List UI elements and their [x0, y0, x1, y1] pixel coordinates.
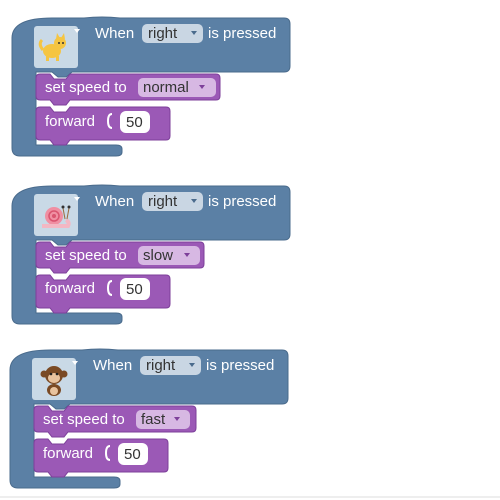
forward-label: forward — [45, 280, 95, 297]
block-workspace: When right is pressed set speed to norma… — [0, 0, 500, 500]
set-speed-block[interactable]: set speed to normal — [35, 73, 221, 106]
speed-dropdown[interactable]: fast — [136, 410, 190, 429]
key-dropdown-value: right — [148, 25, 178, 42]
key-dropdown[interactable]: right — [142, 192, 203, 211]
speed-dropdown[interactable]: normal — [138, 78, 216, 97]
forward-value-text: 50 — [126, 281, 143, 298]
forward-block[interactable]: forward 50 — [35, 106, 171, 146]
forward-value-input[interactable]: 50 — [120, 111, 150, 133]
speed-dropdown-value: slow — [143, 247, 173, 264]
speed-dropdown[interactable]: slow — [138, 246, 200, 265]
key-dropdown[interactable]: right — [140, 356, 201, 375]
speed-dropdown-value: normal — [143, 79, 189, 96]
key-dropdown-value: right — [148, 193, 178, 210]
event-block-group-1[interactable]: When right is pressed set speed to norma… — [11, 16, 291, 157]
event-prefix-label: When — [95, 193, 134, 210]
event-suffix-label: is pressed — [208, 193, 276, 210]
key-dropdown-value: right — [146, 357, 176, 374]
set-speed-block[interactable]: set speed to slow — [35, 241, 205, 274]
set-speed-label: set speed to — [43, 411, 125, 428]
key-dropdown[interactable]: right — [142, 24, 203, 43]
speed-dropdown-value: fast — [141, 411, 166, 428]
forward-label: forward — [43, 445, 93, 462]
event-block-group-2[interactable]: When right is pressed set speed to slow … — [11, 184, 291, 325]
event-suffix-label: is pressed — [206, 357, 274, 374]
forward-block[interactable]: forward 50 — [33, 438, 169, 478]
forward-value-input[interactable]: 50 — [118, 443, 148, 465]
set-speed-label: set speed to — [45, 79, 127, 96]
forward-value-text: 50 — [126, 114, 143, 131]
set-speed-block[interactable]: set speed to fast — [33, 405, 197, 438]
event-block-group-3[interactable]: When right is pressed set speed to fast … — [9, 348, 289, 489]
forward-block[interactable]: forward 50 — [35, 274, 171, 314]
event-prefix-label: When — [93, 357, 132, 374]
forward-value-input[interactable]: 50 — [120, 278, 150, 300]
event-prefix-label: When — [95, 25, 134, 42]
block-canvas: When right is pressed set speed to norma… — [0, 16, 500, 498]
forward-label: forward — [45, 113, 95, 130]
forward-value-text: 50 — [124, 446, 141, 463]
set-speed-label: set speed to — [45, 247, 127, 264]
event-suffix-label: is pressed — [208, 25, 276, 42]
